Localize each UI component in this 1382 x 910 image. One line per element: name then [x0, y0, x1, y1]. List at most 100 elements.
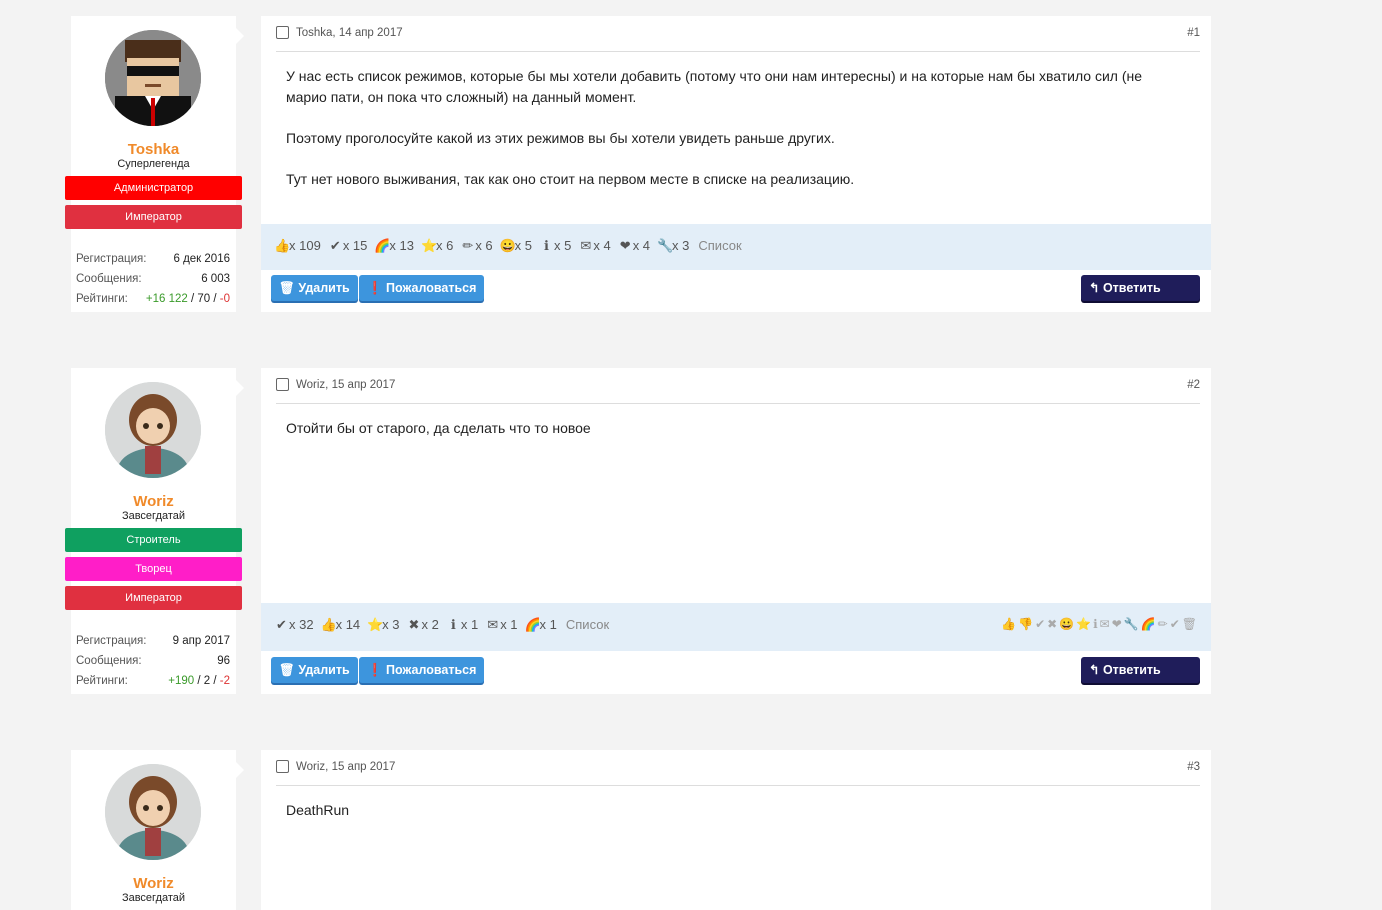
reaction-icon: ❤ — [619, 238, 631, 253]
stat-reg-label: Регистрация: — [76, 253, 147, 265]
author-date[interactable]: Woriz, 15 апр 2017 — [296, 761, 395, 773]
like-item[interactable]: ℹ x 5 — [539, 238, 571, 254]
post-number[interactable]: #1 — [1187, 27, 1200, 39]
stat-msg-value[interactable]: 6 003 — [201, 269, 230, 289]
like-count: x 15 — [342, 238, 368, 253]
badge-creator: Творец — [65, 557, 242, 581]
message-header: Toshka, 14 апр 2017 #1 — [261, 16, 1211, 52]
reaction-icon: ⭐ — [367, 617, 384, 632]
message-header: Woriz, 15 апр 2017 #3 — [261, 750, 1211, 786]
like-count: x 14 — [335, 617, 361, 632]
like-item[interactable]: 👍x 109 — [274, 238, 321, 254]
username[interactable]: Woriz — [71, 493, 236, 510]
like-count: x 5 — [514, 238, 532, 253]
reply-button[interactable]: ↰ Ответить — [1081, 275, 1200, 301]
like-count: x 109 — [289, 238, 321, 253]
like-item[interactable]: ℹ x 1 — [446, 617, 478, 633]
like-item[interactable]: ✉ x 4 — [578, 238, 610, 254]
likes-bar: 👍x 109 ✔ x 15 🌈x 13 ⭐x 6 ✏ x 6 😀x 5ℹx 5 ✉ x 4 ❤ x 4… — [261, 224, 1211, 270]
user-card: Woriz Завсегдатай Строитель Творец Импер… — [65, 368, 244, 694]
report-button[interactable]: ❗ Пожаловаться — [359, 275, 485, 301]
like-item[interactable]: ✔ x 32 — [274, 617, 314, 633]
rating-neutral: 70 — [197, 293, 211, 305]
avatar[interactable] — [105, 382, 201, 478]
avatar[interactable] — [105, 764, 201, 860]
like-count: x 5 — [554, 238, 572, 253]
rating-negative: -0 — [219, 293, 230, 305]
select-checkbox[interactable] — [276, 26, 289, 39]
reaction-icon: ℹ — [544, 238, 549, 253]
stat-msg-value[interactable]: 96 — [217, 651, 230, 671]
reaction-icon: 😀 — [499, 238, 516, 253]
likes-bar: ✔ x 32 👍x 14 ⭐x 3 ✖ x 2ℹx 1 ✉ x 1 🌈x 1 Список 👍👎✔… — [261, 603, 1211, 651]
author-date[interactable]: Woriz, 15 апр 2017 — [296, 379, 395, 391]
user-stats: Регистрация: 9 апр 2017 Сообщения: 96 Рейт… — [71, 631, 236, 691]
user-stats: Регистрация: 6 дек 2016 Сообщения: 6 003 Р… — [71, 249, 236, 309]
select-checkbox[interactable] — [276, 378, 289, 391]
like-item[interactable]: ✉ x 1 — [485, 617, 517, 633]
like-item[interactable]: 🔧x 3 — [657, 238, 689, 254]
message: Toshka, 14 апр 2017 #1 У нас есть список… — [261, 16, 1211, 312]
stat-msg-label: Сообщения: — [76, 655, 142, 667]
rating-positive: +16 122 — [145, 293, 188, 305]
body-paragraph: Тут нет нового выживания, так как оно ст… — [286, 170, 855, 187]
reaction-picker[interactable]: 👍👎✔✖😀⭐ℹ✉❤🔧🌈✏✔🗑 — [1001, 617, 1199, 631]
rating-neutral: 2 — [203, 675, 211, 687]
delete-button[interactable]: 🗑 Удалить — [271, 275, 358, 301]
reply-button[interactable]: ↰ Ответить — [1081, 657, 1200, 683]
divider — [276, 51, 1200, 52]
divider — [276, 785, 1200, 786]
like-count: x 4 — [632, 238, 651, 253]
delete-button[interactable]: 🗑 Удалить — [271, 657, 358, 683]
reaction-icon: ✉ — [487, 617, 499, 632]
select-checkbox[interactable] — [276, 760, 289, 773]
report-button[interactable]: ❗ Пожаловаться — [359, 657, 485, 683]
likes-list-link[interactable]: Список — [698, 238, 741, 253]
like-item[interactable]: ✔ x 15 — [328, 238, 368, 254]
username[interactable]: Toshka — [71, 141, 236, 158]
like-item[interactable]: ✖ x 2 — [407, 617, 439, 633]
message-header: Woriz, 15 апр 2017 #2 — [261, 368, 1211, 404]
body-paragraph: Поэтому проголосуйте какой из этих режим… — [286, 129, 835, 146]
badge-admin: Администратор — [65, 176, 242, 200]
like-item[interactable]: ❤ x 4 — [618, 238, 650, 254]
like-item[interactable]: ⭐x 3 — [367, 617, 399, 633]
post-number[interactable]: #2 — [1187, 379, 1200, 391]
reaction-icon: 🌈 — [524, 617, 541, 632]
like-item[interactable]: ⭐x 6 — [421, 238, 453, 254]
stat-reg-label: Регистрация: — [76, 635, 147, 647]
post-number[interactable]: #3 — [1187, 761, 1200, 773]
like-item[interactable]: 👍x 14 — [321, 617, 361, 633]
user-title: Суперлегенда — [117, 158, 190, 170]
stat-rating-value: +190 / 2 / -2 — [168, 675, 230, 687]
like-item[interactable]: ✏ x 6 — [460, 238, 492, 254]
stat-reg-value: 9 апр 2017 — [172, 635, 230, 647]
reaction-icon: ✔ — [329, 238, 341, 253]
like-item[interactable]: 😀x 5 — [500, 238, 532, 254]
like-item[interactable]: 🌈x 1 — [525, 617, 557, 633]
like-count: x 1 — [500, 617, 518, 632]
badge-emperor: Император — [65, 586, 242, 610]
message: Woriz, 15 апр 2017 #2 Отойти бы от старо… — [261, 368, 1211, 694]
reaction-icon: 🔧 — [657, 238, 674, 253]
like-count: x 13 — [389, 238, 414, 253]
reaction-icon: ✏ — [462, 238, 474, 253]
reaction-icon: 👍 — [274, 238, 291, 253]
user-card: Woriz Завсегдатай — [71, 750, 244, 910]
stat-rating-label: Рейтинги: — [76, 675, 128, 687]
likes-list: ✔ x 32 👍x 14 ⭐x 3 ✖ x 2ℹx 1 ✉ x 1 🌈x 1 Список — [274, 617, 609, 633]
rating-positive: +190 — [168, 675, 195, 687]
stat-rating-value: +16 122 / 70 / -0 — [145, 293, 230, 305]
user-title: Завсегдатай — [121, 892, 186, 904]
username[interactable]: Woriz — [71, 875, 236, 892]
reaction-icon: ℹ — [450, 617, 456, 632]
avatar[interactable] — [105, 30, 201, 126]
like-count: x 2 — [421, 617, 439, 632]
likes-list-link[interactable]: Список — [566, 617, 609, 632]
badge-builder: Строитель — [65, 528, 242, 552]
message: Woriz, 15 апр 2017 #3 DeathRun — [261, 750, 1211, 910]
like-item[interactable]: 🌈x 13 — [374, 238, 414, 254]
author-date[interactable]: Toshka, 14 апр 2017 — [296, 27, 403, 39]
message-body: DeathRun — [286, 800, 1186, 841]
like-count: x 3 — [382, 617, 400, 632]
